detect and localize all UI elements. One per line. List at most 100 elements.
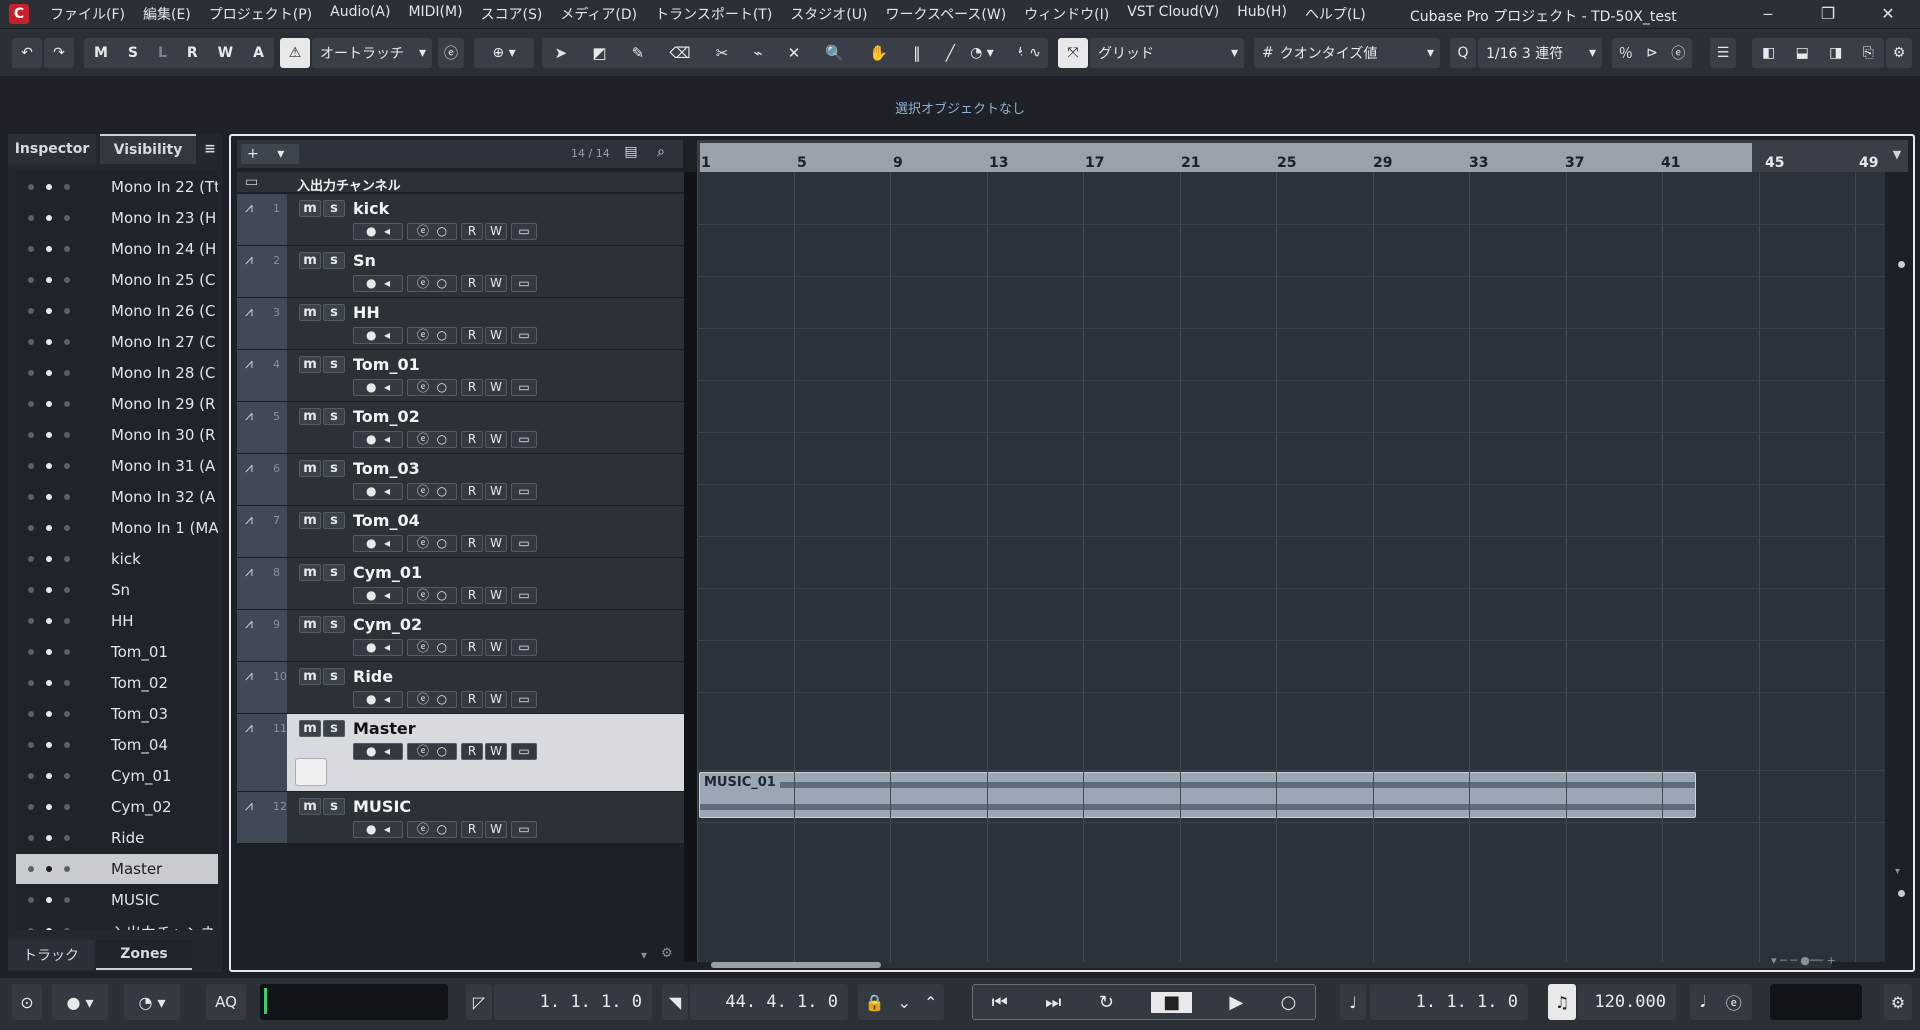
edit-freeze-buttons[interactable]: ⓔ ○ [407, 275, 457, 292]
track-tom_02[interactable]: ⩘ 5 m s Tom_02 ● ◂ ⓔ ○ R W ▭ [237, 402, 684, 454]
visibility-dot-icon[interactable] [28, 897, 34, 903]
edit-freeze-buttons[interactable]: ⓔ ○ [407, 821, 457, 838]
menu-item[interactable]: Hub(H) [1228, 4, 1296, 24]
auto-scroll-icon[interactable]: ⓔ [438, 38, 464, 68]
mute-tool-icon[interactable]: ✕ [788, 44, 801, 62]
visibility-dot-icon[interactable] [46, 835, 52, 841]
folder-track[interactable]: ▭ 入出力チャンネル [237, 172, 684, 194]
visibility-item[interactable]: Ride [16, 823, 218, 853]
visibility-dot-icon[interactable] [28, 835, 34, 841]
visibility-dot-icon[interactable] [28, 680, 34, 686]
search-icon[interactable]: ⌕ [649, 144, 673, 164]
edit-freeze-buttons[interactable]: ⓔ ○ [407, 223, 457, 240]
solo-button[interactable]: s [323, 798, 345, 815]
cycle-icon[interactable]: ↻ [1099, 992, 1114, 1013]
visibility-dot-icon[interactable] [64, 401, 70, 407]
visibility-dot-icon[interactable] [46, 370, 52, 376]
record-monitor-buttons[interactable]: ● ◂ [353, 535, 403, 552]
tempo-display[interactable]: 120.000 [1578, 984, 1676, 1020]
audio-event[interactable]: MUSIC_01 [699, 772, 1696, 818]
edit-freeze-buttons[interactable]: ⓔ ○ [407, 691, 457, 708]
chevron-down-icon[interactable]: ▾ [641, 948, 647, 962]
solo-button[interactable]: s [323, 512, 345, 529]
menu-item[interactable]: プロジェクト(P) [200, 4, 321, 24]
record-monitor-buttons[interactable]: ● ◂ [353, 483, 403, 500]
auto-apply-icon[interactable]: ⓔ [1671, 43, 1685, 63]
visibility-dot-icon[interactable] [64, 928, 70, 930]
read-button[interactable]: R [461, 431, 483, 448]
global-mute-button[interactable]: M [94, 45, 108, 61]
visibility-dot-icon[interactable] [46, 525, 52, 531]
maximize-button[interactable]: ❐ [1808, 3, 1848, 25]
solo-button[interactable]: s [323, 200, 345, 217]
range-selection-icon[interactable]: ◩ [592, 44, 606, 62]
track-name[interactable]: Tom_03 [353, 459, 420, 478]
write-button[interactable]: W [485, 379, 507, 396]
track-name[interactable]: MUSIC [353, 797, 411, 816]
mute-button[interactable]: m [299, 798, 321, 815]
edit-freeze-buttons[interactable]: ⓔ ○ [407, 639, 457, 656]
write-button[interactable]: W [485, 639, 507, 656]
visibility-toggles[interactable] [28, 370, 78, 378]
visibility-dot-icon[interactable] [64, 246, 70, 252]
visibility-item[interactable]: MUSIC [16, 885, 218, 915]
visibility-dot-icon[interactable] [28, 246, 34, 252]
visibility-dot-icon[interactable] [64, 866, 70, 872]
punch-in-icon[interactable]: ⌄ [898, 993, 911, 1012]
visibility-dot-icon[interactable] [28, 432, 34, 438]
visibility-dot-icon[interactable] [46, 742, 52, 748]
read-button[interactable]: R [461, 379, 483, 396]
visibility-dot-icon[interactable] [64, 711, 70, 717]
left-zone-icon[interactable]: ◧ [1762, 45, 1775, 61]
locator-range[interactable] [700, 143, 1752, 172]
tab-visibility[interactable]: Visibility [100, 134, 196, 164]
hand-icon[interactable]: ✋ [869, 44, 888, 62]
channel-config-icon[interactable]: ▭ [511, 431, 537, 448]
mute-button[interactable]: m [299, 460, 321, 477]
track-list-scrollbar[interactable] [684, 172, 697, 962]
visibility-dot-icon[interactable] [28, 308, 34, 314]
punch-out-icon[interactable]: ⌃ [924, 993, 937, 1012]
tab-tracks[interactable]: トラック [8, 940, 94, 970]
visibility-dot-icon[interactable] [64, 804, 70, 810]
visibility-dot-icon[interactable] [64, 835, 70, 841]
menu-item[interactable]: ファイル(F) [41, 4, 134, 24]
visibility-toggles[interactable] [28, 618, 78, 626]
visibility-dot-icon[interactable] [64, 184, 70, 190]
channel-config-icon[interactable]: ▭ [511, 379, 537, 396]
write-button[interactable]: W [485, 535, 507, 552]
quantize-preset-select[interactable]: # クオンタイズ値 ▾ [1254, 38, 1440, 68]
channel-config-icon[interactable]: ▭ [511, 275, 537, 292]
visibility-dot-icon[interactable] [64, 370, 70, 376]
visibility-item[interactable]: Mono In 23 (H [16, 203, 218, 233]
track-name[interactable]: Ride [353, 667, 393, 686]
visibility-dot-icon[interactable] [46, 773, 52, 779]
visibility-toggles[interactable] [28, 804, 78, 812]
visibility-dot-icon[interactable] [64, 308, 70, 314]
visibility-dot-icon[interactable] [28, 866, 34, 872]
listen-button[interactable]: L [158, 45, 167, 61]
visibility-dot-icon[interactable] [28, 277, 34, 283]
visibility-toggles[interactable] [28, 277, 78, 285]
right-zone-icon[interactable]: ◨ [1829, 45, 1842, 61]
solo-button[interactable]: s [323, 668, 345, 685]
record-monitor-buttons[interactable]: ● ◂ [353, 275, 403, 292]
automation-icon[interactable]: ⚠ [280, 38, 310, 68]
visibility-item[interactable]: Mono In 27 (C [16, 327, 218, 357]
edit-freeze-buttons[interactable]: ⓔ ○ [407, 327, 457, 344]
visibility-dot-icon[interactable] [64, 556, 70, 562]
record-monitor-buttons[interactable]: ● ◂ [353, 327, 403, 344]
close-button[interactable]: ✕ [1868, 3, 1908, 25]
visibility-dot-icon[interactable] [46, 401, 52, 407]
record-monitor-buttons[interactable]: ● ◂ [353, 223, 403, 240]
primary-tool-select[interactable]: ⊕ ▾ [474, 38, 534, 68]
write-button[interactable]: W [485, 431, 507, 448]
chevron-down-icon[interactable]: ▾ [1895, 866, 1900, 877]
menu-item[interactable]: ウィンドウ(I) [1015, 4, 1118, 24]
visibility-dot-icon[interactable] [46, 711, 52, 717]
visibility-toggles[interactable] [28, 308, 78, 316]
track-cym_01[interactable]: ⩘ 8 m s Cym_01 ● ◂ ⓔ ○ R W ▭ [237, 558, 684, 610]
menu-item[interactable]: ワークスペース(W) [876, 4, 1015, 24]
visibility-dot-icon[interactable] [64, 587, 70, 593]
read-button[interactable]: R [461, 535, 483, 552]
